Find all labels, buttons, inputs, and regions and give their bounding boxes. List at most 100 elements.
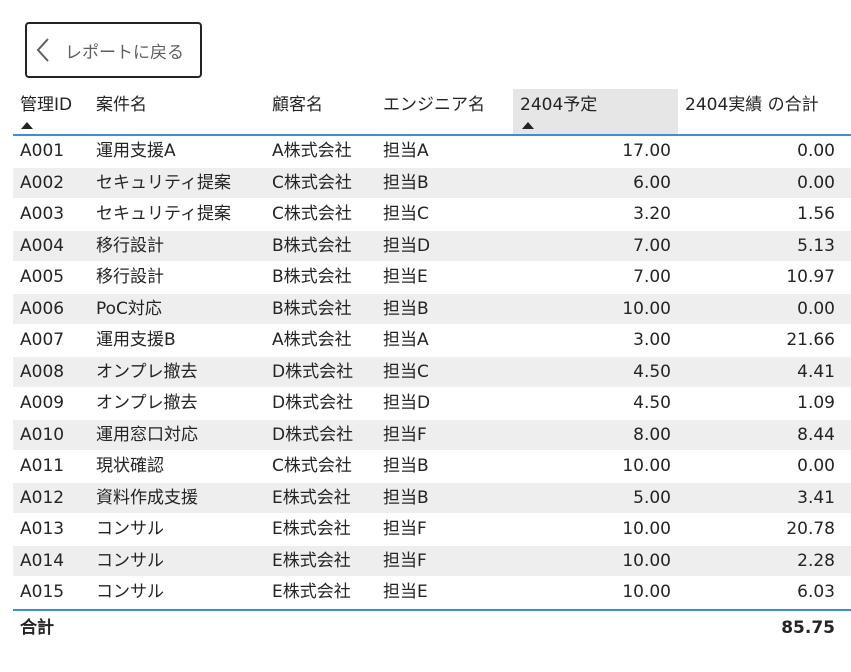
column-header-customer-label: 顧客名 — [272, 95, 323, 115]
cell-id: A012 — [20, 487, 65, 508]
column-header-case-label: 案件名 — [96, 95, 147, 115]
cell-id: A003 — [20, 204, 65, 224]
table-row[interactable]: A013 コンサル E株式会社 担当F 10.00 20.78 — [13, 514, 851, 546]
table-row[interactable]: A012 資料作成支援 E株式会社 担当B 5.00 3.41 — [13, 482, 851, 514]
cell-id: A007 — [20, 330, 65, 350]
column-header-engineer[interactable]: エンジニア名 — [383, 89, 485, 134]
cell-actual: 4.41 — [797, 361, 835, 382]
table-row[interactable]: A001 運用支援A A株式会社 担当A 17.00 0.00 — [13, 136, 851, 168]
table-total-row: 合計 85.75 — [13, 608, 851, 645]
cell-engineer: 担当F — [383, 424, 427, 445]
cell-case-name: コンサル — [96, 582, 164, 602]
cell-customer: B株式会社 — [272, 267, 352, 287]
column-header-actual[interactable]: 2404実績 の合計 — [685, 89, 819, 134]
cell-case-name: 運用窓口対応 — [96, 424, 198, 445]
cell-actual: 6.03 — [797, 582, 835, 602]
table-row[interactable]: A006 PoC対応 B株式会社 担当B 10.00 0.00 — [13, 293, 851, 325]
cell-id: A002 — [20, 172, 65, 193]
cell-case-name: オンプレ撤去 — [96, 361, 198, 382]
cell-engineer: 担当B — [383, 487, 429, 508]
cell-id: A004 — [20, 235, 65, 256]
cell-case-name: PoC対応 — [96, 298, 162, 319]
cell-engineer: 担当B — [383, 298, 429, 319]
cell-plan: 7.00 — [633, 267, 671, 287]
cell-id: A008 — [20, 361, 65, 382]
cell-engineer: 担当A — [383, 141, 429, 161]
table-row[interactable]: A014 コンサル E株式会社 担当F 10.00 2.28 — [13, 545, 851, 577]
cell-id: A005 — [20, 267, 65, 287]
cell-actual: 1.09 — [797, 393, 835, 413]
cell-actual: 10.97 — [786, 267, 835, 287]
cell-actual: 2.28 — [797, 550, 835, 571]
cell-customer: E株式会社 — [272, 487, 351, 508]
cell-id: A009 — [20, 393, 65, 413]
cell-customer: D株式会社 — [272, 361, 354, 382]
cell-plan: 10.00 — [622, 550, 671, 571]
column-header-plan-label: 2404予定 — [520, 95, 598, 115]
cell-plan: 10.00 — [622, 298, 671, 319]
cell-engineer: 担当B — [383, 456, 429, 476]
cell-plan: 10.00 — [622, 456, 671, 476]
cell-case-name: 資料作成支援 — [96, 487, 198, 508]
cell-case-name: コンサル — [96, 519, 164, 539]
cell-case-name: 移行設計 — [96, 267, 164, 287]
cell-customer: A株式会社 — [272, 330, 352, 350]
table-header: 管理ID 案件名 顧客名 エンジニア名 2404予定 2404実績 の合計 — [13, 89, 851, 136]
cell-plan: 17.00 — [622, 141, 671, 161]
cell-customer: E株式会社 — [272, 582, 351, 602]
cell-plan: 4.50 — [633, 361, 671, 382]
table-row[interactable]: A002 セキュリティ提案 C株式会社 担当B 6.00 0.00 — [13, 167, 851, 199]
column-header-id-label: 管理ID — [20, 95, 73, 115]
cell-engineer: 担当E — [383, 582, 428, 602]
cell-case-name: セキュリティ提案 — [96, 204, 231, 224]
table-row[interactable]: A005 移行設計 B株式会社 担当E 7.00 10.97 — [13, 262, 851, 294]
cell-actual: 0.00 — [797, 298, 835, 319]
cell-id: A013 — [20, 519, 65, 539]
table-row[interactable]: A003 セキュリティ提案 C株式会社 担当C 3.20 1.56 — [13, 199, 851, 231]
cell-plan: 3.20 — [633, 204, 671, 224]
cell-customer: C株式会社 — [272, 204, 352, 224]
cell-engineer: 担当F — [383, 550, 427, 571]
cell-engineer: 担当C — [383, 361, 429, 382]
cell-id: A010 — [20, 424, 65, 445]
cell-case-name: セキュリティ提案 — [96, 172, 231, 193]
cell-plan: 8.00 — [633, 424, 671, 445]
cell-case-name: コンサル — [96, 550, 164, 571]
cell-engineer: 担当B — [383, 172, 429, 193]
column-header-case[interactable]: 案件名 — [96, 89, 147, 134]
column-header-customer[interactable]: 顧客名 — [272, 89, 323, 134]
cell-customer: B株式会社 — [272, 235, 352, 256]
cell-actual: 5.13 — [797, 235, 835, 256]
cell-actual: 20.78 — [786, 519, 835, 539]
cell-actual: 3.41 — [797, 487, 835, 508]
cell-engineer: 担当D — [383, 393, 431, 413]
table-row[interactable]: A009 オンプレ撤去 D株式会社 担当D 4.50 1.09 — [13, 388, 851, 420]
cell-actual: 1.56 — [797, 204, 835, 224]
cell-customer: B株式会社 — [272, 298, 352, 319]
table-row[interactable]: A007 運用支援B A株式会社 担当A 3.00 21.66 — [13, 325, 851, 357]
cell-id: A014 — [20, 550, 65, 571]
cell-actual: 0.00 — [797, 456, 835, 476]
cell-case-name: 運用支援B — [96, 330, 176, 350]
cell-engineer: 担当C — [383, 204, 429, 224]
table-row[interactable]: A011 現状確認 C株式会社 担当B 10.00 0.00 — [13, 451, 851, 483]
table-row[interactable]: A004 移行設計 B株式会社 担当D 7.00 5.13 — [13, 230, 851, 262]
table-row[interactable]: A010 運用窓口対応 D株式会社 担当F 8.00 8.44 — [13, 419, 851, 451]
column-header-id[interactable]: 管理ID — [20, 89, 72, 134]
cell-plan: 10.00 — [622, 519, 671, 539]
table-row[interactable]: A015 コンサル E株式会社 担当E 10.00 6.03 — [13, 577, 851, 609]
back-to-report-button[interactable]: レポートに戻る — [25, 22, 202, 78]
table-body: A001 運用支援A A株式会社 担当A 17.00 0.00 A002 セキュリティ提案 C株… — [13, 136, 851, 609]
sort-ascending-icon — [21, 122, 33, 129]
table-row[interactable]: A008 オンプレ撤去 D株式会社 担当C 4.50 4.41 — [13, 356, 851, 388]
cell-engineer: 担当F — [383, 519, 427, 539]
sort-ascending-icon — [522, 122, 534, 129]
cell-id: A006 — [20, 298, 65, 319]
cell-id: A015 — [20, 582, 65, 602]
chevron-left-icon — [33, 36, 53, 64]
column-header-plan[interactable]: 2404予定 — [513, 89, 678, 134]
cell-plan: 6.00 — [633, 172, 671, 193]
cell-case-name: 現状確認 — [96, 456, 164, 476]
data-table: 管理ID 案件名 顧客名 エンジニア名 2404予定 2404実績 の合計 A0… — [13, 89, 851, 645]
cell-plan: 3.00 — [633, 330, 671, 350]
